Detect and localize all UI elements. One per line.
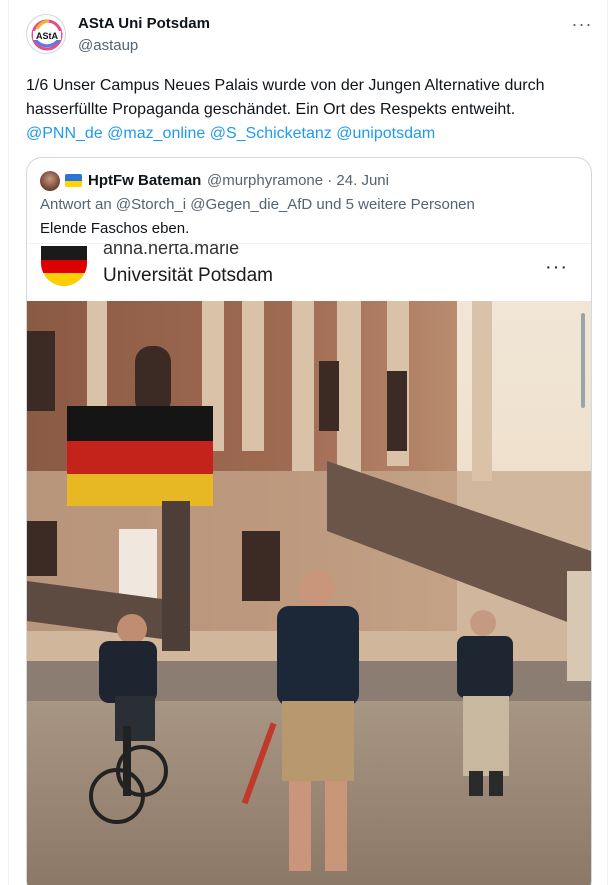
right-figure [457, 610, 513, 796]
embed-scrollbar[interactable] [581, 313, 585, 408]
author-avatar[interactable]: AStA [26, 14, 66, 54]
frame-border-left [8, 0, 9, 885]
ig-more-icon: ··· [545, 256, 568, 278]
more-options-button[interactable]: ··· [568, 14, 596, 34]
quoted-tweet[interactable]: HptFw Bateman @murphyramone · 24. Juni A… [26, 157, 592, 885]
tweet-text: 1/6 Unser Campus Neues Palais wurde von … [26, 74, 596, 146]
palace-scene-image [27, 301, 591, 885]
mention-link[interactable]: @unipotsdam [336, 125, 435, 142]
german-flag [67, 406, 213, 506]
svg-text:AStA: AStA [36, 31, 58, 41]
asta-logo-icon: AStA [31, 19, 63, 51]
mention-link[interactable]: @S_Schicketanz [210, 125, 332, 142]
quote-author-handle[interactable]: @murphyramone · 24. Juni [207, 172, 389, 189]
ig-avatar [41, 246, 87, 286]
quote-text: Elende Faschos eben. [40, 220, 190, 237]
quote-author-name[interactable]: HptFw Bateman [88, 172, 201, 189]
ig-location: Universität Potsdam [103, 265, 274, 286]
ukraine-flag-icon [65, 174, 82, 187]
reply-context: Antwort an @Storch_i @Gegen_die_AfD und … [40, 196, 475, 213]
instagram-embed-header: anna.herta.marie Universität Potsdam ··· [27, 243, 591, 301]
mention-link[interactable]: @PNN_de [26, 125, 103, 142]
embedded-photo[interactable] [27, 301, 591, 885]
tweet-body: 1/6 Unser Campus Neues Palais wurde von … [26, 77, 545, 118]
author-name[interactable]: AStA Uni Potsdam [78, 15, 210, 32]
quote-author-avatar[interactable] [40, 171, 60, 191]
frame-border-right [607, 0, 608, 885]
ig-username: anna.herta.marie [103, 243, 240, 258]
author-handle[interactable]: @astaup [78, 37, 138, 54]
mention-link[interactable]: @maz_online [107, 125, 205, 142]
